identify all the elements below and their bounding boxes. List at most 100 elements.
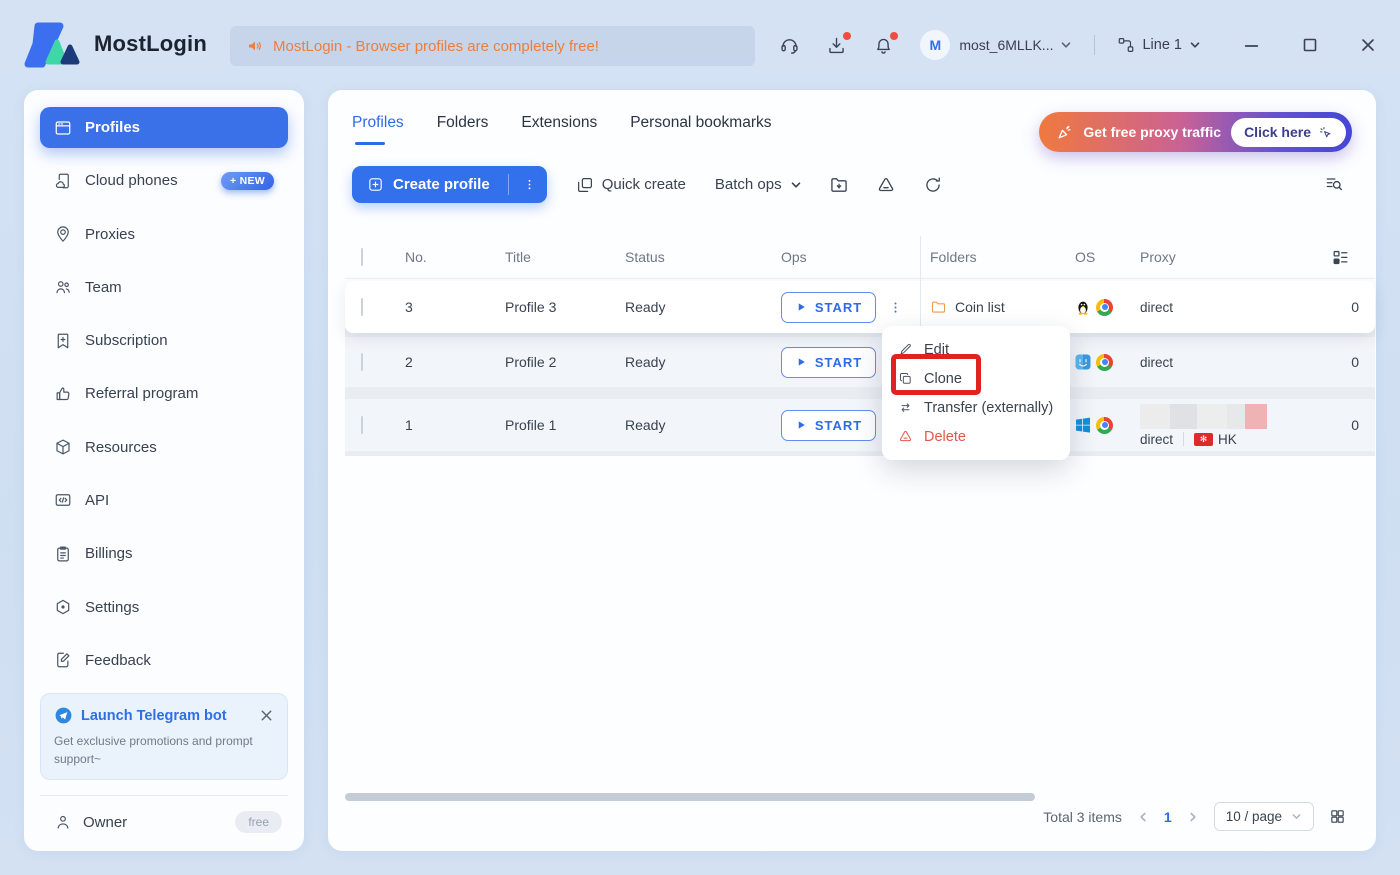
column-settings-icon[interactable] [1331, 248, 1350, 267]
menu-item-clone[interactable]: Clone [882, 364, 1070, 393]
table-row-profile-2[interactable]: 2 Profile 2 Ready START direct 0 [345, 337, 1375, 387]
sidebar-item-label: Cloud phones [85, 172, 178, 190]
row-checkbox[interactable] [361, 298, 363, 316]
column-header-title[interactable]: Title [493, 249, 613, 265]
sidebar-item-api[interactable]: API [40, 480, 288, 521]
sidebar-item-label: Subscription [85, 332, 168, 350]
table-row-profile-1[interactable]: 1 Profile 1 Ready START direct ✻ HK 0 [345, 399, 1375, 451]
next-page-icon[interactable] [1187, 811, 1199, 823]
column-header-status[interactable]: Status [613, 249, 769, 265]
censored-proxy-block [1140, 403, 1300, 429]
sidebar-item-feedback[interactable]: Feedback [40, 640, 288, 681]
menu-item-delete[interactable]: Delete [882, 422, 1070, 451]
party-popper-icon [1056, 124, 1073, 141]
select-all-checkbox[interactable] [361, 248, 363, 266]
plan-badge: free [235, 811, 282, 833]
user-chevron-down-icon[interactable] [1060, 39, 1072, 51]
user-avatar[interactable]: M [920, 30, 951, 60]
sidebar-item-label: Team [85, 278, 122, 296]
create-profile-button[interactable]: Create profile [352, 166, 547, 203]
promo-click-here-button[interactable]: Click here [1231, 117, 1346, 147]
notifications-bell-icon[interactable] [873, 31, 899, 56]
feedback-edit-doc-icon [54, 651, 72, 669]
minimize-button[interactable] [1243, 37, 1260, 54]
chrome-icon [1096, 416, 1113, 434]
hong-kong-flag-icon: ✻ [1194, 432, 1214, 446]
menu-item-label: Transfer (externally) [924, 399, 1054, 416]
tab-extensions[interactable]: Extensions [521, 114, 597, 145]
announcement-text: MostLogin - Browser profiles are complet… [273, 37, 599, 55]
tab-personal-bookmarks[interactable]: Personal bookmarks [630, 114, 771, 145]
telegram-card-title[interactable]: Launch Telegram bot [81, 708, 227, 724]
telegram-icon [54, 706, 73, 725]
user-name[interactable]: most_6MLLK... [959, 37, 1053, 53]
main-panel: Profiles Folders Extensions Personal boo… [328, 90, 1376, 851]
sidebar-item-profiles[interactable]: Profiles [40, 107, 288, 149]
table-row-profile-3[interactable]: 3 Profile 3 Ready START Coin list direct… [345, 281, 1375, 333]
telegram-card-close-icon[interactable] [259, 708, 274, 723]
sidebar-item-label: Feedback [85, 651, 151, 669]
column-header-no[interactable]: No. [393, 249, 493, 265]
start-button[interactable]: START [781, 409, 876, 441]
horizontal-scrollbar[interactable] [345, 793, 1035, 801]
owner-row[interactable]: Owner free [40, 795, 288, 833]
cell-title: Profile 3 [505, 299, 557, 315]
column-header-os[interactable]: OS [1063, 249, 1128, 265]
sidebar-item-proxies[interactable]: Proxies [40, 214, 288, 255]
support-headset-icon[interactable] [779, 35, 800, 56]
row-more-actions-icon[interactable] [888, 300, 903, 315]
previous-page-icon[interactable] [1137, 811, 1149, 823]
column-header-proxy[interactable]: Proxy [1128, 249, 1300, 265]
proxy-promo-banner[interactable]: Get free proxy traffic Click here [1039, 112, 1352, 152]
telegram-card-description: Get exclusive promotions and prompt supp… [54, 734, 253, 766]
column-header-ops[interactable]: Ops [769, 249, 918, 265]
row-checkbox[interactable] [361, 353, 363, 371]
page-size-value: 10 / page [1225, 809, 1282, 824]
recycle-bin-icon[interactable] [876, 175, 896, 195]
cell-no: 2 [405, 354, 413, 370]
bell-notification-dot [890, 31, 899, 40]
team-people-icon [54, 278, 72, 296]
page-size-select[interactable]: 10 / page [1213, 802, 1314, 831]
tab-folders[interactable]: Folders [437, 114, 489, 145]
clone-copy-icon [898, 371, 913, 386]
page-size-chevron-icon [1292, 814, 1301, 819]
tab-profiles[interactable]: Profiles [352, 114, 404, 145]
sidebar-item-cloud-phones[interactable]: Cloud phones + NEW [40, 160, 288, 201]
create-profile-label: Create profile [393, 176, 490, 193]
column-header-folders[interactable]: Folders [918, 249, 1063, 265]
refresh-icon[interactable] [923, 175, 943, 195]
start-button[interactable]: START [781, 346, 876, 378]
more-vertical-icon[interactable] [522, 177, 537, 192]
page-number[interactable]: 1 [1164, 809, 1172, 825]
thumbs-up-icon [54, 385, 72, 403]
sidebar-item-team[interactable]: Team [40, 267, 288, 308]
proxy-divider [1183, 432, 1185, 446]
start-button[interactable]: START [781, 291, 876, 323]
grid-view-icon[interactable] [1329, 808, 1346, 825]
batch-ops-dropdown[interactable]: Batch ops [715, 176, 802, 193]
cell-folder[interactable]: Coin list [955, 299, 1005, 315]
play-icon [798, 358, 805, 366]
start-label: START [814, 299, 863, 315]
line-chevron-down-icon [1190, 42, 1200, 48]
sidebar-item-resources[interactable]: Resources [40, 427, 288, 468]
quick-create-button[interactable]: Quick create [576, 176, 686, 194]
download-icon[interactable] [826, 31, 852, 56]
sidebar-item-settings[interactable]: Settings [40, 586, 288, 627]
import-folder-icon[interactable] [829, 175, 849, 195]
start-label: START [814, 354, 863, 370]
close-button[interactable] [1360, 37, 1376, 53]
table-header: No. Title Status Ops Folders OS Proxy [345, 236, 1375, 278]
menu-item-transfer[interactable]: Transfer (externally) [882, 393, 1070, 422]
menu-item-edit[interactable]: Edit [882, 335, 1070, 364]
sidebar-item-subscription[interactable]: Subscription [40, 320, 288, 361]
line-selector[interactable]: Line 1 [1117, 36, 1201, 54]
sidebar-item-referral-program[interactable]: Referral program [40, 373, 288, 414]
sidebar-item-label: Settings [85, 598, 140, 616]
sidebar-item-billings[interactable]: Billings [40, 533, 288, 574]
maximize-button[interactable] [1302, 37, 1318, 53]
row-checkbox[interactable] [361, 416, 363, 434]
sidebar-item-label: Proxies [85, 225, 136, 243]
search-filter-icon[interactable] [1324, 174, 1344, 194]
